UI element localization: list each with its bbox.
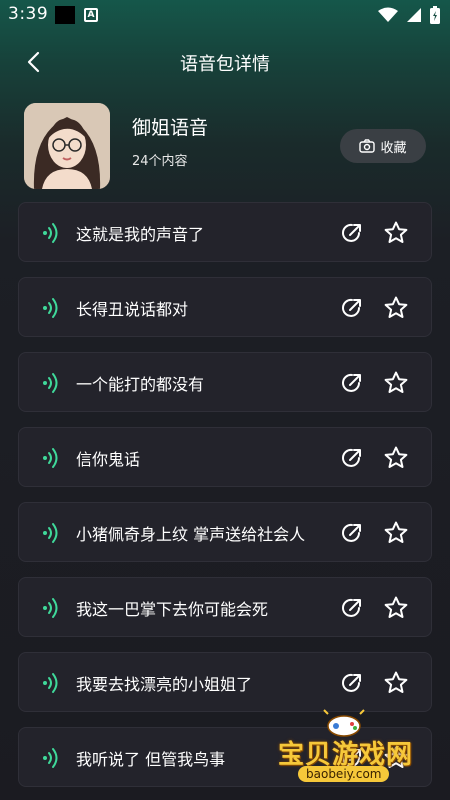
signal-icon [407,8,421,22]
avatar-portrait-icon [24,103,110,189]
star-icon[interactable] [383,670,409,696]
voice-item-label: 长得丑说话都对 [76,300,189,319]
sound-wave-icon [43,373,58,393]
voice-item-label: 我听说了 但管我鸟事 [76,750,226,769]
voice-item[interactable]: 我这一巴掌下去你可能会死 [18,577,432,637]
share-icon[interactable] [339,520,365,546]
status-time: 3:39 [8,4,49,24]
page-title: 语音包详情 [180,54,270,75]
share-icon[interactable] [339,670,365,696]
sound-wave-icon [43,223,58,243]
favorite-label: 收藏 [380,140,407,156]
sound-wave-icon [43,523,58,543]
star-icon[interactable] [383,445,409,471]
a-notification-icon: A [84,8,98,22]
wifi-icon [378,7,398,22]
sound-wave-icon [43,673,58,693]
voice-item[interactable]: 这就是我的声音了 [18,202,432,262]
voice-item[interactable]: 一个能打的都没有 [18,352,432,412]
sound-wave-icon [43,598,58,618]
status-bar: 3:39 A [0,0,450,30]
sound-wave-icon [43,298,58,318]
sound-wave-icon [43,448,58,468]
share-icon[interactable] [339,445,365,471]
voice-item[interactable]: 小猪佩奇身上纹 掌声送给社会人 [18,502,432,562]
notification-icon [55,6,75,24]
pack-count: 24个内容 [132,154,188,169]
voice-item-label: 这就是我的声音了 [76,225,205,244]
watermark-logo: 宝贝游戏网 baobeiy.com [272,708,432,788]
voice-item-label: 我要去找漂亮的小姐姐了 [76,675,253,694]
share-icon[interactable] [339,220,365,246]
star-icon[interactable] [383,520,409,546]
avatar [24,103,110,189]
watermark-url: baobeiy.com [298,766,390,782]
voice-item-label: 小猪佩奇身上纹 掌声送给社会人 [76,525,306,544]
share-icon[interactable] [339,370,365,396]
voice-pack-info: 御姐语音 24个内容 收藏 [24,103,426,191]
voice-item-label: 信你鬼话 [76,450,141,469]
voice-item[interactable]: 我要去找漂亮的小姐姐了 [18,652,432,712]
star-icon[interactable] [383,595,409,621]
star-icon[interactable] [383,370,409,396]
share-icon[interactable] [339,295,365,321]
status-icons [378,6,440,24]
star-icon[interactable] [383,295,409,321]
camera-icon [359,139,376,153]
share-icon[interactable] [339,595,365,621]
sound-wave-icon [43,748,58,768]
voice-item-label: 一个能打的都没有 [76,375,205,394]
header: 语音包详情 [0,40,450,84]
voice-item-label: 我这一巴掌下去你可能会死 [76,600,269,619]
voice-item[interactable]: 长得丑说话都对 [18,277,432,337]
star-icon[interactable] [383,220,409,246]
favorite-button[interactable]: 收藏 [340,129,426,163]
pack-name: 御姐语音 [132,117,209,139]
voice-item[interactable]: 信你鬼话 [18,427,432,487]
battery-icon [430,6,440,24]
